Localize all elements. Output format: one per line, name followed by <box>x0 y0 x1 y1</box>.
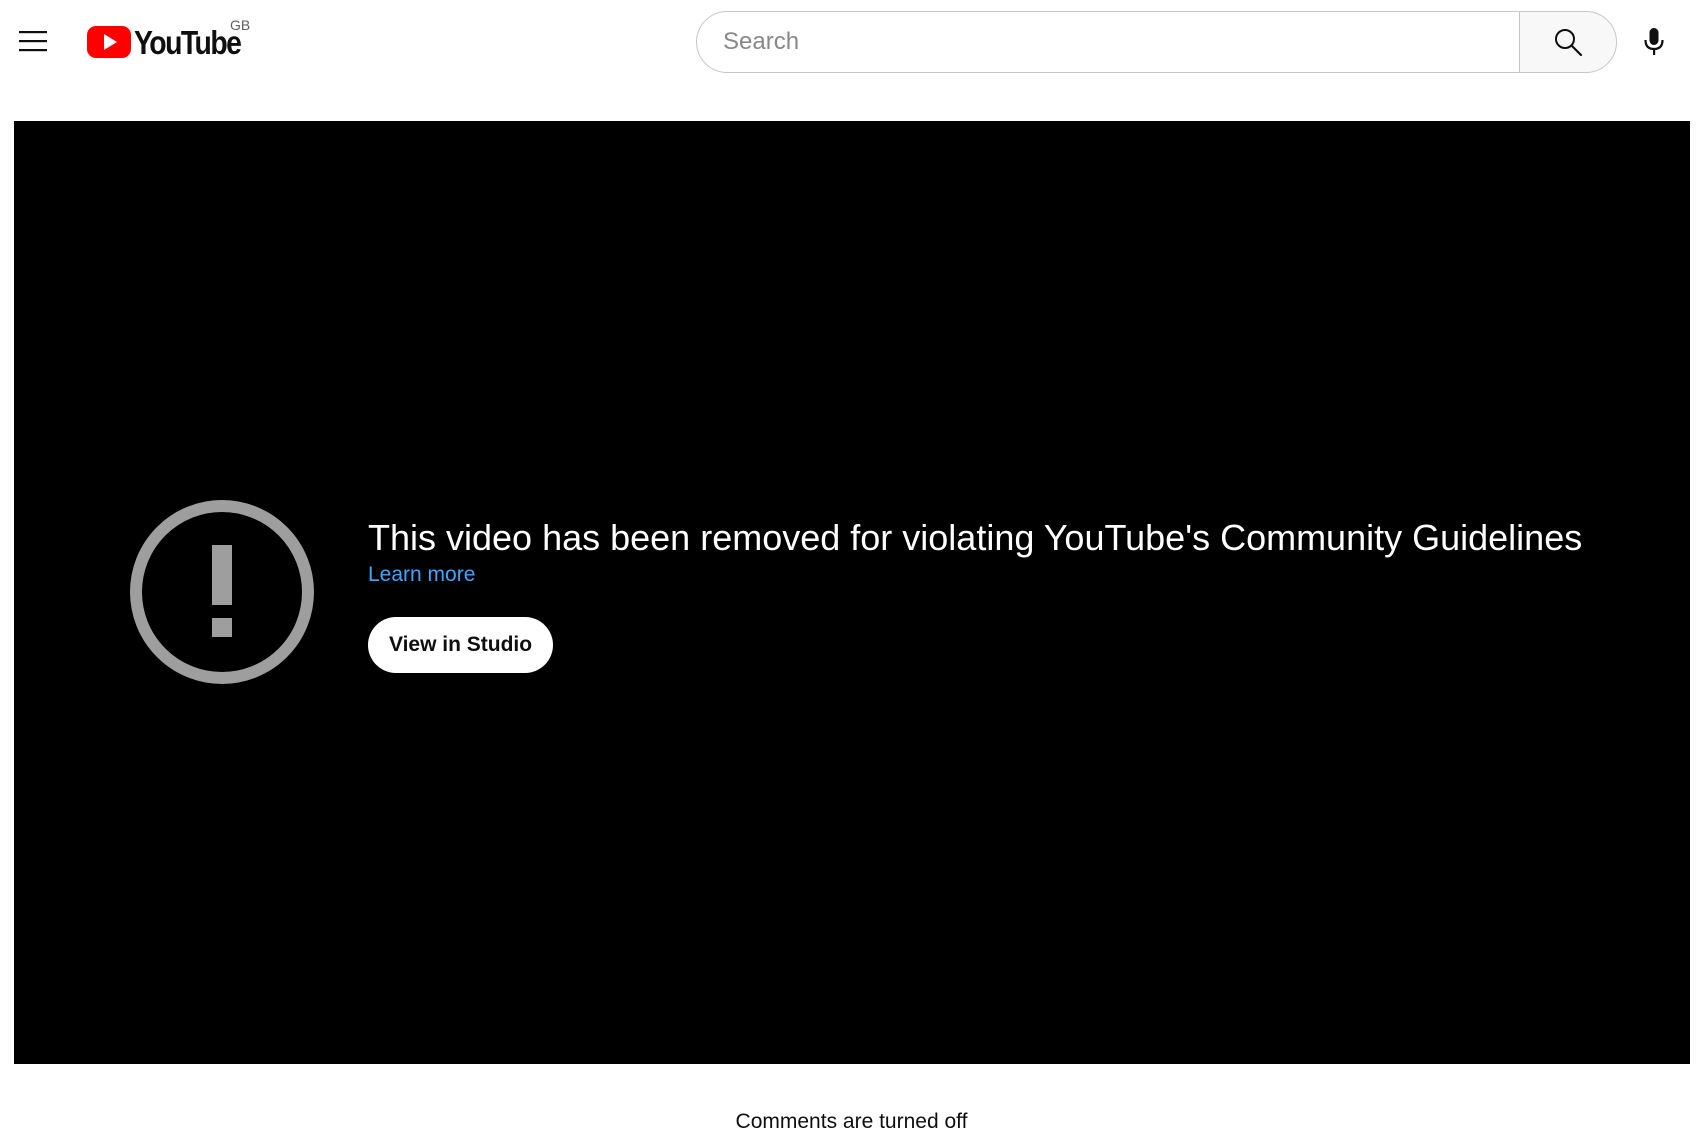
search-button[interactable] <box>1519 11 1617 73</box>
masthead: YouTube GB <box>0 0 1703 84</box>
youtube-play-logo-icon <box>87 26 131 58</box>
microphone-icon <box>1644 28 1664 55</box>
search-icon <box>1555 29 1583 57</box>
view-in-studio-button[interactable]: View in Studio <box>368 617 553 673</box>
search-box <box>696 11 1519 73</box>
voice-search-button[interactable] <box>1632 20 1676 64</box>
learn-more-link[interactable]: Learn more <box>368 563 475 587</box>
logo-wordmark: YouTube <box>134 23 242 61</box>
region-code: GB <box>230 17 251 33</box>
alert-circle-icon <box>130 500 314 684</box>
hamburger-menu-icon <box>19 31 47 52</box>
search-input[interactable] <box>721 27 1481 57</box>
video-player: This video has been removed for violatin… <box>14 121 1690 1064</box>
menu-button[interactable] <box>11 19 55 63</box>
error-message: This video has been removed for violatin… <box>368 517 1583 558</box>
comments-status: Comments are turned off <box>735 1110 968 1133</box>
